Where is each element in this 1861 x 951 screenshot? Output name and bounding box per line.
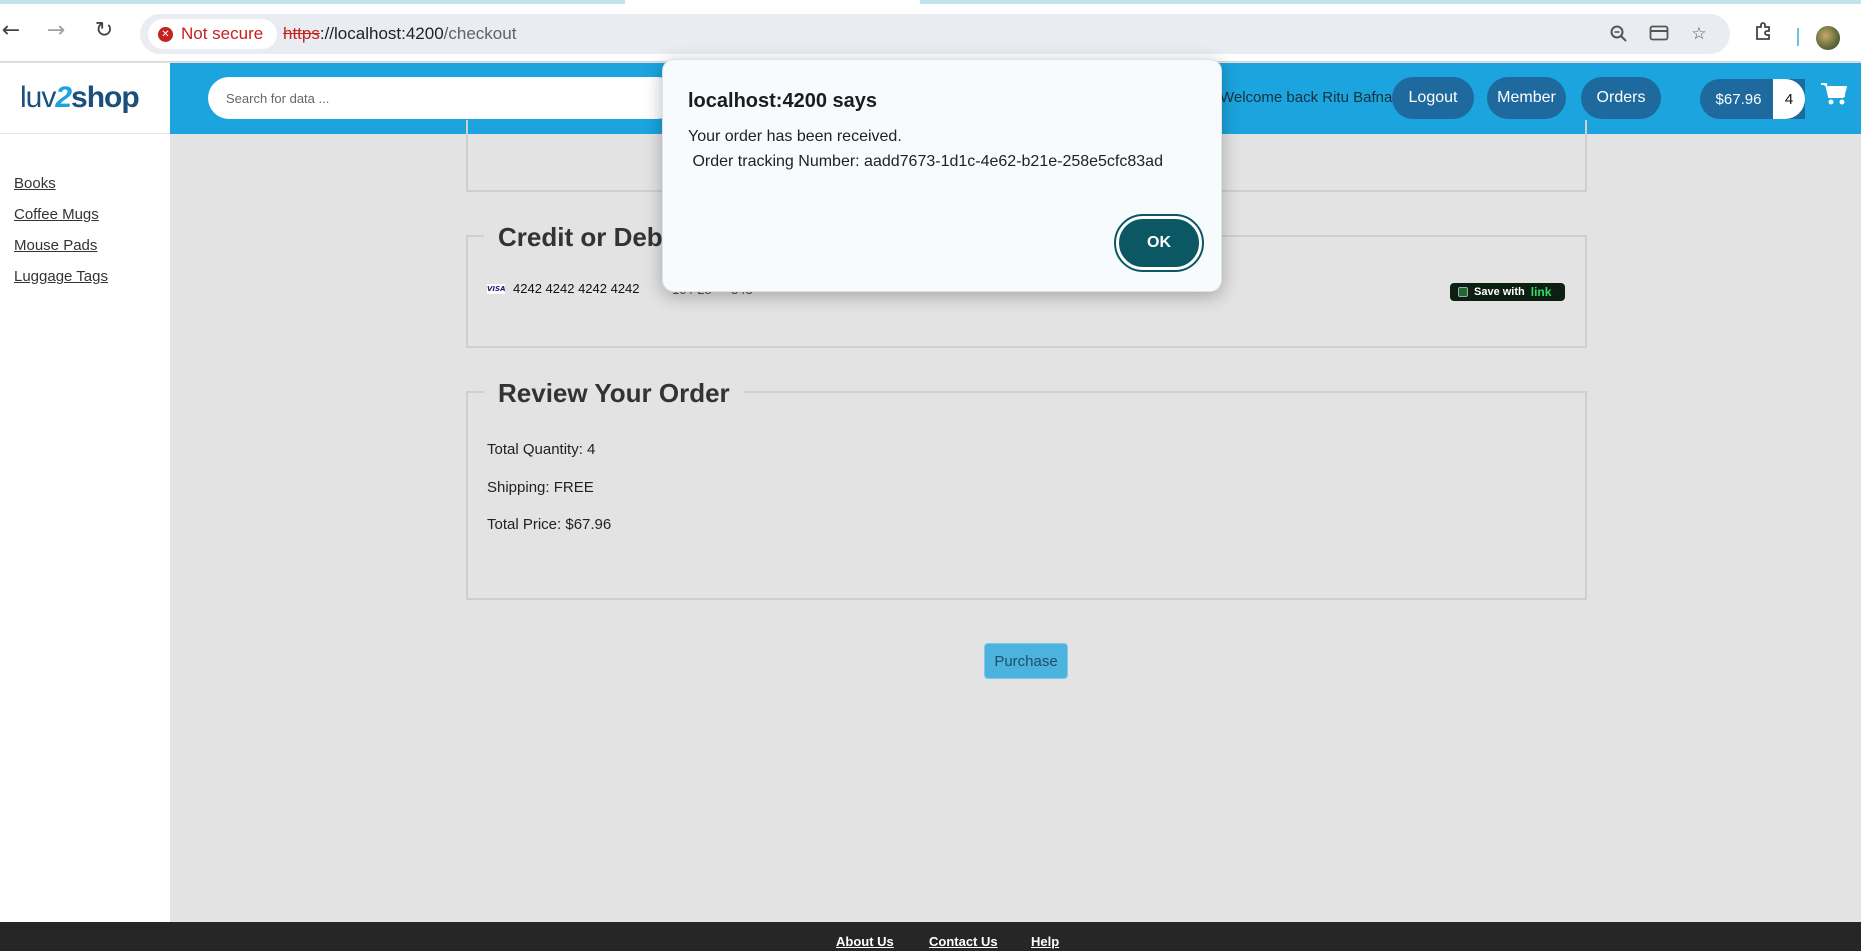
bookmark-star-icon[interactable]: ☆ [1688, 24, 1710, 44]
back-icon[interactable]: ← [0, 20, 22, 42]
dialog-title: localhost:4200 says [688, 90, 877, 112]
visa-icon: VISA [487, 283, 506, 294]
logout-button[interactable]: Logout [1392, 77, 1474, 119]
purchase-button[interactable]: Purchase [984, 643, 1068, 679]
member-button[interactable]: Member [1487, 77, 1566, 119]
card-autofill-icon[interactable] [1648, 24, 1670, 44]
dialog-message-line2: Order tracking Number: aadd7673-1d1c-4e6… [688, 153, 1163, 170]
url-host: ://localhost:4200 [319, 24, 444, 43]
forward-icon[interactable]: → [45, 20, 67, 42]
logo-part-two: 2 [55, 81, 72, 114]
sidebar-item-coffee-mugs[interactable]: Coffee Mugs [14, 206, 99, 223]
welcome-text: Welcome back Ritu Bafna [1220, 89, 1393, 106]
link-brand: link [1530, 285, 1552, 299]
profile-avatar[interactable] [1816, 26, 1840, 50]
not-secure-icon: ✕ [158, 26, 173, 42]
total-price: Total Price: $67.96 [487, 516, 612, 533]
card-number-field[interactable]: VISA 4242 4242 4242 4242 [487, 281, 640, 296]
review-fieldset [466, 391, 1587, 600]
alert-dialog: localhost:4200 says Your order has been … [662, 59, 1222, 292]
security-label: Not secure [181, 24, 264, 43]
link-save-text: Save with [1474, 286, 1525, 298]
toolbar-divider [1797, 28, 1799, 46]
save-with-link-checkbox[interactable]: Save with link [1450, 283, 1565, 301]
reload-icon[interactable]: ↻ [93, 20, 115, 42]
logo-part-luv: luv [20, 81, 56, 114]
luv2shop-logo[interactable]: luv2shop [20, 81, 140, 115]
shipping-cost: Shipping: FREE [487, 479, 594, 496]
zoom-icon[interactable] [1608, 24, 1630, 44]
extensions-icon[interactable] [1752, 20, 1776, 42]
footer-contact-link[interactable]: Contact Us [929, 934, 998, 949]
footer-help-link[interactable]: Help [1031, 934, 1059, 949]
orders-button[interactable]: Orders [1581, 77, 1661, 119]
footer: About Us Contact Us Help [0, 922, 1861, 951]
category-sidebar: Books Coffee Mugs Mouse Pads Luggage Tag… [0, 134, 170, 922]
link-checkbox-icon [1458, 287, 1468, 297]
logo-area: luv2shop [0, 63, 170, 134]
url-path: /checkout [443, 24, 517, 43]
logo-part-shop: shop [71, 81, 140, 114]
address-bar[interactable]: ✕ Not secure https://localhost:4200/chec… [140, 14, 1730, 54]
security-chip[interactable]: ✕ Not secure [148, 19, 278, 49]
review-legend: Review Your Order [484, 378, 744, 409]
shopping-cart-icon[interactable] [1819, 81, 1851, 111]
dialog-message-line1: Your order has been received. [688, 128, 902, 145]
payment-legend: Credit or Deb [484, 222, 677, 253]
sidebar-item-books[interactable]: Books [14, 175, 56, 192]
dialog-ok-button[interactable]: OK [1114, 214, 1204, 272]
url-text[interactable]: https://localhost:4200/checkout [283, 24, 516, 44]
browser-toolbar: ← → ↻ ✕ Not secure https://localhost:420… [0, 4, 1861, 62]
search-input[interactable] [208, 77, 678, 119]
card-number: 4242 4242 4242 4242 [513, 281, 640, 296]
footer-about-link[interactable]: About Us [836, 934, 894, 949]
total-quantity: Total Quantity: 4 [487, 441, 596, 458]
sidebar-item-mouse-pads[interactable]: Mouse Pads [14, 237, 97, 254]
sidebar-item-luggage-tags[interactable]: Luggage Tags [14, 268, 108, 285]
url-scheme: https [283, 24, 320, 43]
